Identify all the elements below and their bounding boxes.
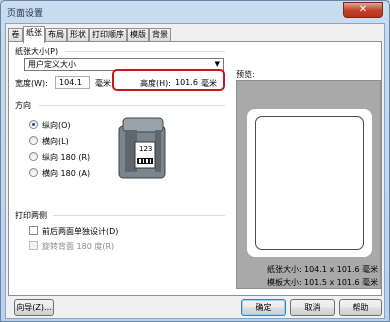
tab-shape[interactable]: 形状 <box>67 28 89 42</box>
preview-template-size-label: 模板大小: <box>267 278 302 287</box>
tab-volume[interactable]: 卷 <box>8 28 23 42</box>
duplex-divider <box>53 215 225 216</box>
paper-size-value: 用户定义大小 <box>28 60 76 69</box>
portrait-180-radio[interactable] <box>29 152 38 161</box>
rotate-back-label: 旋转背面 180 度(R) <box>42 242 115 251</box>
preview-template-size-value: 101.5 x 101.6 毫米 <box>304 278 379 287</box>
separate-design-label: 前后两面单独设计(D) <box>42 227 119 236</box>
height-input[interactable]: 101.6 <box>175 78 198 87</box>
cancel-button[interactable]: 取消 <box>290 299 335 316</box>
orientation-divider <box>39 105 225 106</box>
wizard-button[interactable]: 向导(Z)... <box>14 299 54 316</box>
preview-template-outline <box>255 116 364 250</box>
page-setup-dialog: 页面设置 ✕ 卷 纸张 布局 形状 打印顺序 模版 背景 纸张大小(P) 用户定… <box>0 0 390 322</box>
width-input[interactable]: 104.1 <box>55 76 90 89</box>
preview-paper-size-label: 纸张大小: <box>267 265 302 274</box>
dialog-body: 卷 纸张 布局 形状 打印顺序 模版 背景 纸张大小(P) 用户定义大小 ▼ 宽… <box>5 23 385 319</box>
portrait-radio[interactable] <box>29 120 38 129</box>
portrait-label: 纵向(O) <box>42 121 71 130</box>
landscape-180-label: 横向 180 (A) <box>42 169 91 178</box>
ok-button[interactable]: 确定 <box>241 299 286 316</box>
width-label: 宽度(W): <box>15 79 48 88</box>
height-unit: 毫米 <box>201 79 217 88</box>
tab-layout[interactable]: 布局 <box>45 28 67 42</box>
tab-print-order[interactable]: 打印顺序 <box>89 28 127 42</box>
tab-paper[interactable]: 纸张 <box>23 26 45 43</box>
rotate-back-checkbox[interactable] <box>29 241 38 250</box>
landscape-180-radio[interactable] <box>29 168 38 177</box>
preview-pane <box>236 80 381 289</box>
height-label: 高度(H): <box>140 79 171 88</box>
duplex-group-label: 打印两侧 <box>15 211 47 220</box>
help-button[interactable]: 帮助 <box>339 299 382 316</box>
portrait-180-label: 纵向 180 (R) <box>42 153 91 162</box>
preview-paper-size-value: 104.1 x 101.6 毫米 <box>304 265 379 274</box>
preview-paper <box>247 109 372 257</box>
landscape-label: 横向(L) <box>42 137 69 146</box>
close-button[interactable]: ✕ <box>343 2 383 18</box>
title-bar: 页面设置 ✕ <box>1 1 389 23</box>
tab-background[interactable]: 背景 <box>149 28 171 42</box>
paper-size-divider <box>65 51 225 52</box>
preview-label: 预览: <box>236 70 255 79</box>
landscape-radio[interactable] <box>29 136 38 145</box>
paper-tab-panel: 纸张大小(P) 用户定义大小 ▼ 宽度(W): 104.1 毫米 高度(H): … <box>8 41 382 296</box>
printer-label-text: 123 <box>139 145 153 153</box>
separate-design-checkbox[interactable] <box>29 226 38 235</box>
paper-size-group-label: 纸张大小(P) <box>15 47 59 56</box>
window-title: 页面设置 <box>7 9 44 19</box>
width-unit: 毫米 <box>95 79 111 88</box>
orientation-group-label: 方向 <box>15 101 31 110</box>
tab-template[interactable]: 模版 <box>127 28 149 42</box>
